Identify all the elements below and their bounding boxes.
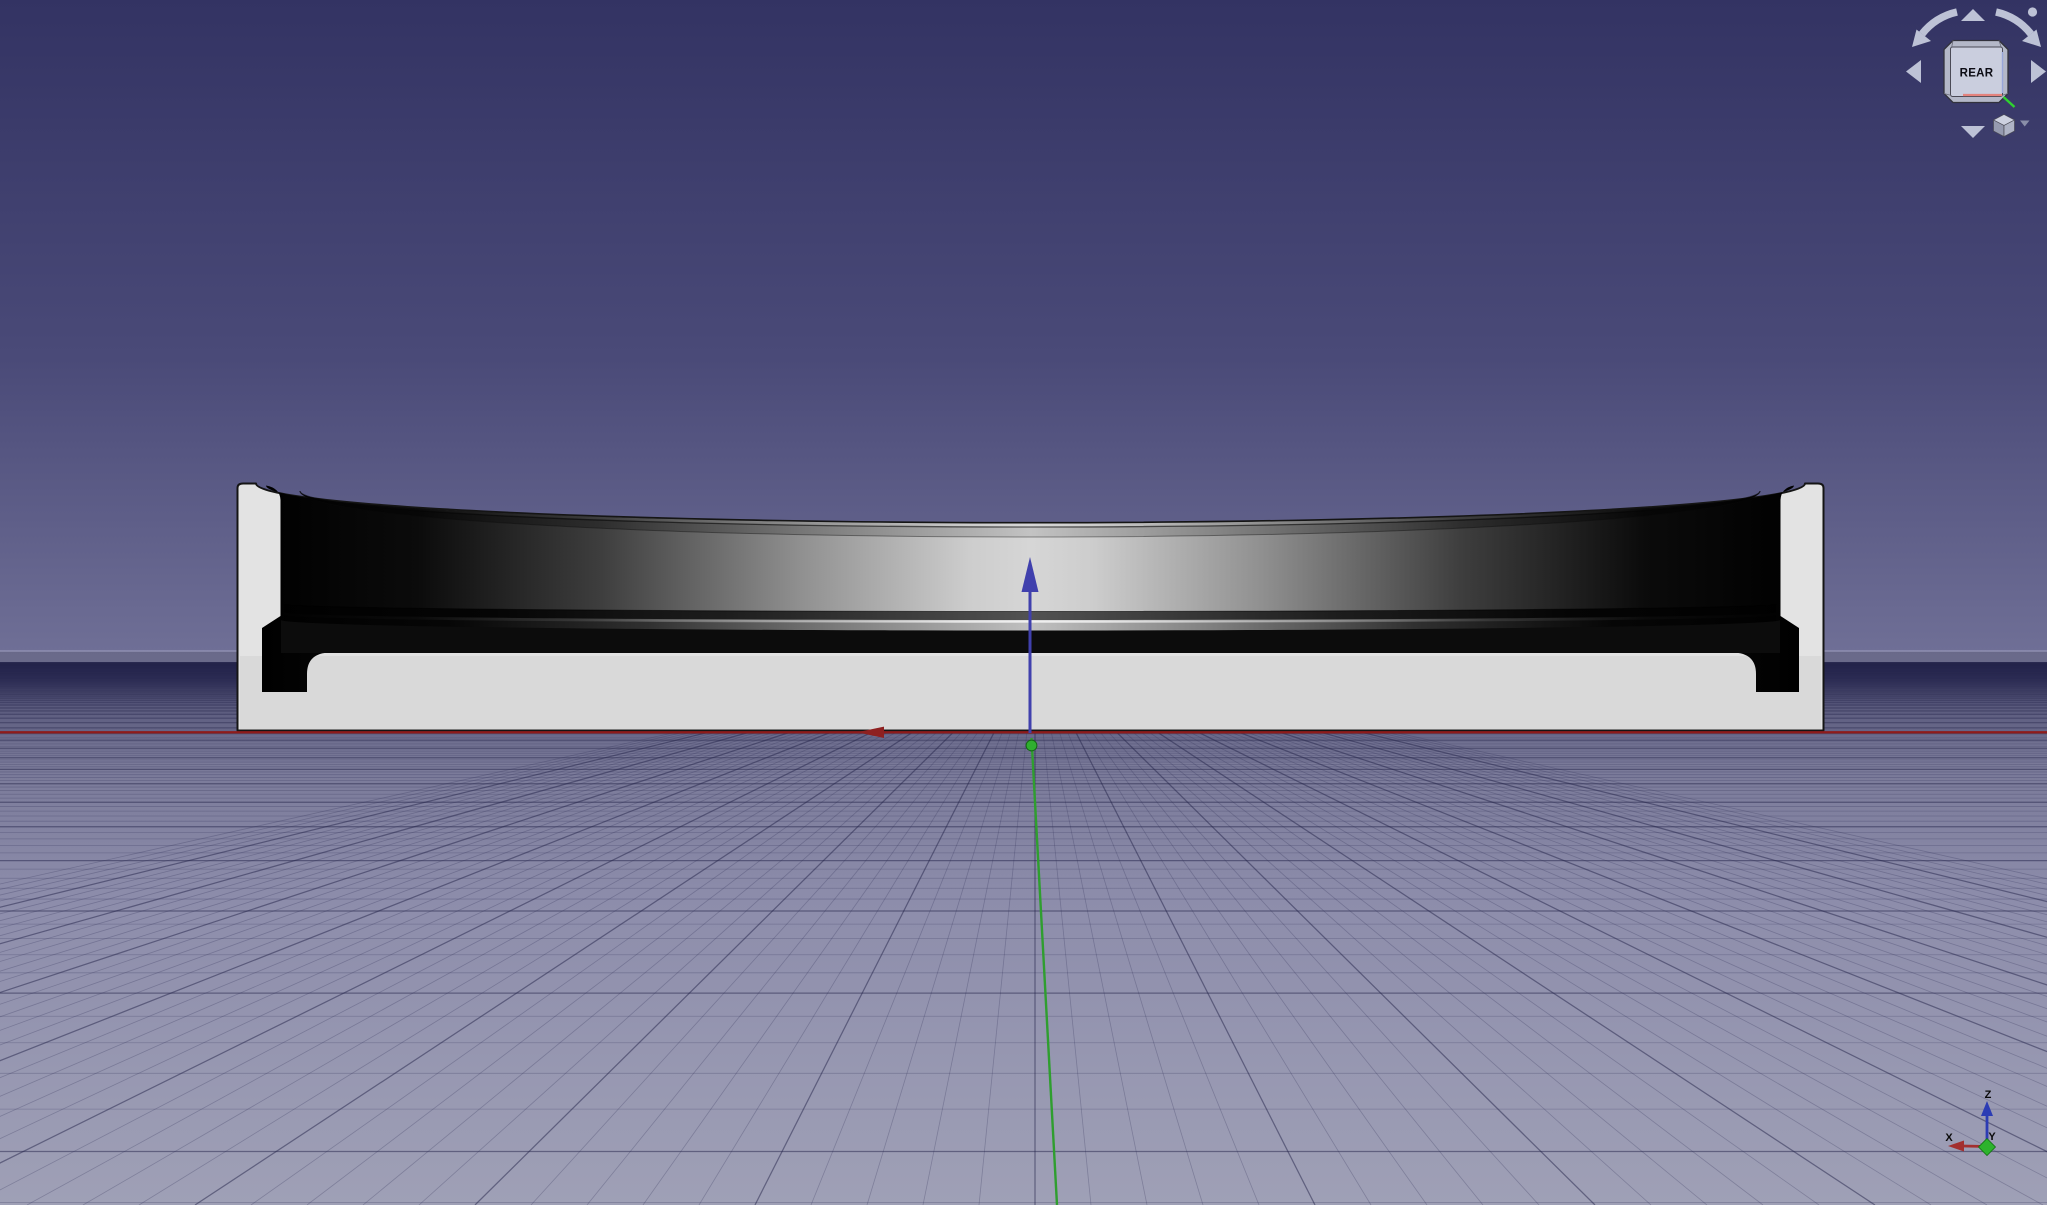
origin-point-ball[interactable]: [1025, 739, 1038, 752]
indicator-x-label: X: [1945, 1132, 1953, 1144]
indicator-y-label: Y: [1988, 1131, 1996, 1143]
corner-dot-button[interactable]: [2027, 7, 2038, 17]
indicator-z-label: Z: [1985, 1089, 1992, 1101]
scene-svg: REAR X Y Z: [0, 0, 2047, 1205]
cad-3d-viewport[interactable]: REAR X Y Z: [0, 0, 2047, 1205]
nav-cube-face-label[interactable]: REAR: [1960, 68, 1994, 80]
